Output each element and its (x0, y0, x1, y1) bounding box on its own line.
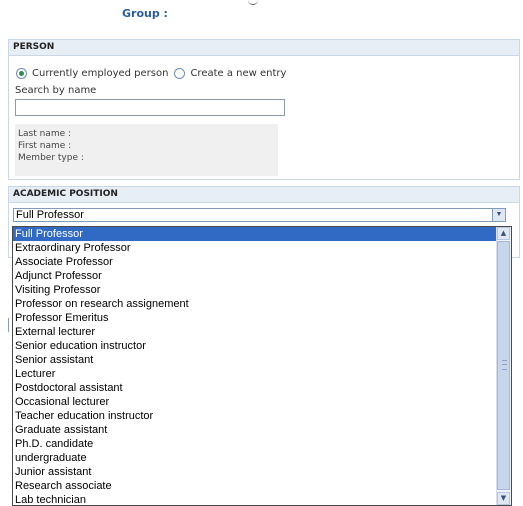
dropdown-option[interactable]: Adjunct Professor (13, 269, 498, 283)
dropdown-option[interactable]: Occasional lecturer (13, 395, 498, 409)
dropdown-option[interactable]: External lecturer (13, 325, 498, 339)
search-by-name-label: Search by name (15, 85, 97, 96)
academic-position-dropdown-list[interactable]: Full Professor Extraordinary Professor Ass… (12, 226, 512, 506)
dropdown-option[interactable]: Full Professor (13, 227, 498, 241)
dropdown-option[interactable]: Senior education instructor (13, 339, 498, 353)
dropdown-options: Full Professor Extraordinary Professor Ass… (13, 227, 498, 505)
academic-position-select[interactable]: Full Professor ▼ (13, 208, 506, 222)
academic-position-selected-value: Full Professor (16, 209, 84, 221)
dropdown-option[interactable]: Research associate (13, 479, 498, 493)
chevron-down-icon[interactable]: ▼ (497, 492, 510, 505)
dropdown-option[interactable]: Lecturer (13, 367, 498, 381)
search-by-name-input[interactable] (15, 99, 285, 116)
group-label: Group : (122, 7, 168, 20)
radio-create-new-entry-label[interactable]: Create a new entry (190, 68, 286, 79)
radio-currently-employed[interactable] (16, 68, 27, 79)
decorative-curve (248, 0, 258, 5)
dropdown-scrollbar[interactable]: ▲ ▼ (496, 227, 511, 505)
person-type-radio-group: Currently employed person Create a new e… (16, 68, 292, 79)
dropdown-option[interactable]: undergraduate (13, 451, 498, 465)
chevron-up-icon[interactable]: ▲ (497, 227, 510, 240)
dropdown-option[interactable]: Lab technician (13, 493, 498, 505)
person-info-box: Last name : First name : Member type : (15, 124, 278, 176)
scrollbar-grip-icon (502, 360, 507, 370)
dropdown-option[interactable]: Extraordinary Professor (13, 241, 498, 255)
first-name-label: First name : (18, 141, 72, 151)
member-type-label: Member type : (18, 153, 84, 163)
scrollbar-thumb[interactable] (497, 241, 510, 490)
dropdown-option[interactable]: Senior assistant (13, 353, 498, 367)
radio-create-new-entry[interactable] (174, 68, 186, 79)
person-panel: PERSON Currently employed person Create … (8, 39, 520, 180)
dropdown-option[interactable]: Graduate assistant (13, 423, 498, 437)
academic-section-title: ACADEMIC POSITION (9, 187, 519, 203)
dropdown-option[interactable]: Teacher education instructor (13, 409, 498, 423)
dropdown-option[interactable]: Professor on research assignement (13, 297, 498, 311)
radio-currently-employed-label[interactable]: Currently employed person (32, 68, 168, 79)
dropdown-option[interactable]: Postdoctoral assistant (13, 381, 498, 395)
person-section-title: PERSON (9, 40, 519, 56)
dropdown-option[interactable]: Junior assistant (13, 465, 498, 479)
dropdown-option[interactable]: Visiting Professor (13, 283, 498, 297)
dropdown-option[interactable]: Professor Emeritus (13, 311, 498, 325)
last-name-label: Last name : (18, 129, 72, 139)
chevron-down-icon[interactable]: ▼ (492, 209, 505, 221)
dropdown-option[interactable]: Associate Professor (13, 255, 498, 269)
dropdown-option[interactable]: Ph.D. candidate (13, 437, 498, 451)
